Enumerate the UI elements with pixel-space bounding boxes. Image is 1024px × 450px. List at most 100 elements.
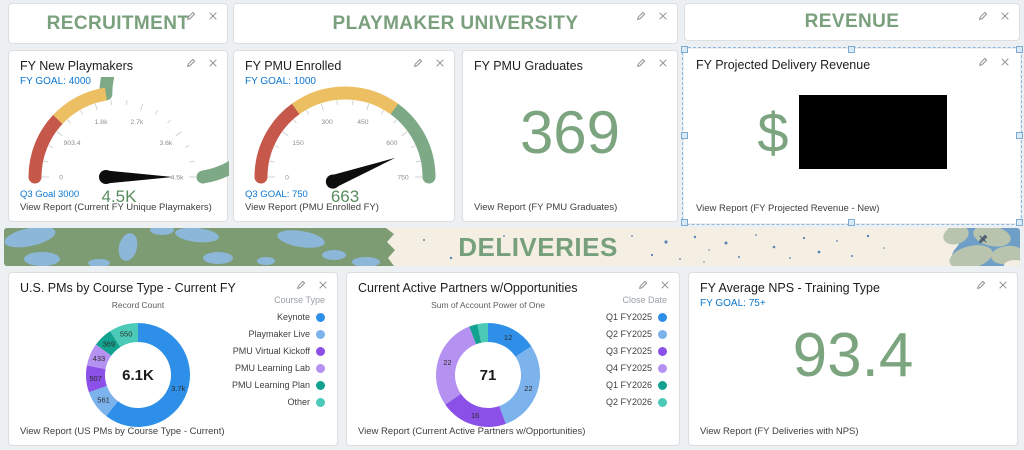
- edit-icon[interactable]: [978, 57, 988, 67]
- close-icon[interactable]: [998, 280, 1008, 290]
- gauge-tick: [185, 145, 190, 148]
- widget-title: FY New Playmakers: [20, 59, 133, 73]
- view-report-link[interactable]: View Report (FY Deliveries with NPS): [700, 426, 859, 437]
- section-title: REVENUE: [804, 11, 900, 32]
- edit-icon[interactable]: [638, 280, 648, 290]
- gauge-tick-label: 300: [321, 119, 333, 126]
- chart-legend: Course Type Keynote Playmaker Live PMU Virt…: [232, 295, 325, 414]
- gauge-tick: [94, 103, 98, 111]
- gauge-tick: [415, 160, 421, 163]
- close-icon[interactable]: [318, 280, 328, 290]
- gauge-tick-label: 2.7k: [130, 119, 143, 126]
- view-report-link[interactable]: View Report (PMU Enrolled FY): [245, 202, 379, 213]
- legend-label: Q1 FY2026: [605, 380, 652, 390]
- legend-item[interactable]: Q2 FY2025: [606, 329, 667, 339]
- view-report-link[interactable]: View Report (FY Projected Revenue - New): [696, 203, 879, 214]
- gauge-tick: [175, 131, 182, 137]
- gauge-tick-label: 1.8k: [95, 119, 108, 126]
- view-report-link[interactable]: View Report (Current Active Partners w/O…: [358, 426, 585, 437]
- edit-icon[interactable]: [186, 11, 196, 21]
- close-icon[interactable]: [658, 11, 668, 21]
- resize-handle[interactable]: [1016, 219, 1023, 226]
- gauge-tick-label: 0: [59, 174, 63, 181]
- edit-icon[interactable]: [636, 58, 646, 68]
- quarter-goal-link[interactable]: Q3 GOAL: 750: [245, 189, 379, 202]
- legend-item[interactable]: Other: [232, 397, 325, 407]
- gauge-tick: [306, 110, 310, 115]
- view-report-link[interactable]: View Report (FY PMU Graduates): [474, 202, 617, 213]
- close-icon[interactable]: [1000, 11, 1010, 21]
- resize-handle[interactable]: [848, 46, 855, 53]
- legend-swatch: [316, 329, 325, 339]
- donut-slice[interactable]: [499, 346, 540, 424]
- resize-handle[interactable]: [681, 132, 688, 139]
- close-icon[interactable]: [1000, 57, 1010, 67]
- donut-slice-label: 22: [524, 384, 532, 393]
- legend-item[interactable]: Playmaker Live: [232, 329, 325, 339]
- section-header-playmaker-university: PLAYMAKER UNIVERSITY: [233, 3, 678, 44]
- gauge-tick-label: 0: [285, 174, 289, 181]
- widget-footer: Q3 Goal 3000 View Report (Current FY Uni…: [20, 189, 212, 215]
- legend-item[interactable]: PMU Learning Plan: [232, 380, 325, 390]
- banner-deliveries: DELIVERIES: [4, 228, 1020, 266]
- legend-item[interactable]: PMU Learning Lab: [232, 363, 325, 373]
- widget-fy-pmu-graduates: FY PMU Graduates 369 View Report (FY PMU…: [462, 50, 678, 222]
- legend-label: PMU Virtual Kickoff: [232, 346, 310, 356]
- resize-handle[interactable]: [681, 46, 688, 53]
- gauge-tick: [80, 110, 84, 115]
- resize-handle[interactable]: [848, 219, 855, 226]
- legend-item[interactable]: Q4 FY2025: [606, 363, 667, 373]
- gauge-tick: [67, 119, 71, 124]
- edit-icon[interactable]: [296, 280, 306, 290]
- edit-icon[interactable]: [976, 280, 986, 290]
- gauge-needle: [106, 170, 173, 184]
- legend-label: Other: [287, 397, 310, 407]
- legend-title: Close Date: [622, 295, 667, 305]
- metric-value: 93.4: [792, 320, 914, 390]
- close-icon[interactable]: [660, 280, 670, 290]
- legend-label: Playmaker Live: [248, 329, 310, 339]
- donut-slice-label: 16: [471, 411, 479, 420]
- legend-item[interactable]: PMU Virtual Kickoff: [232, 346, 325, 356]
- gauge-tick-label: 4.5k: [171, 174, 184, 181]
- section-title: PLAYMAKER UNIVERSITY: [332, 12, 579, 34]
- donut-slice-label: 550: [120, 330, 133, 339]
- legend-swatch: [658, 329, 667, 339]
- gauge-arc-segment: [53, 87, 108, 125]
- close-icon[interactable]: [658, 58, 668, 68]
- donut-center-value: 71: [480, 367, 497, 384]
- donut-slice-label: 507: [89, 374, 102, 383]
- widget-fy-projected-delivery-revenue: FY Projected Delivery Revenue $ View Rep…: [681, 46, 1023, 226]
- view-report-link[interactable]: View Report (US PMs by Course Type - Cur…: [20, 426, 225, 437]
- legend-item[interactable]: Q1 FY2025: [606, 312, 667, 322]
- widget-title: FY PMU Enrolled: [245, 59, 342, 73]
- legend-item[interactable]: Q3 FY2025: [606, 346, 667, 356]
- donut-slice[interactable]: [436, 326, 477, 405]
- quarter-goal-link[interactable]: Q3 Goal 3000: [20, 189, 212, 202]
- section-title: RECRUITMENT: [46, 12, 190, 34]
- view-report-link[interactable]: View Report (Current FY Unique Playmaker…: [20, 202, 212, 213]
- legend-swatch: [316, 363, 325, 373]
- legend-label: Q3 FY2025: [605, 346, 652, 356]
- close-icon[interactable]: [435, 58, 445, 68]
- resize-handle[interactable]: [681, 219, 688, 226]
- legend-item[interactable]: Keynote: [232, 312, 325, 322]
- close-icon[interactable]: [208, 58, 218, 68]
- donut-slice-label: 369: [103, 340, 116, 349]
- resize-handle[interactable]: [1016, 132, 1023, 139]
- widget-fy-pmu-enrolled: FY PMU Enrolled FY GOAL: 1000 0 150 300 450…: [233, 50, 455, 222]
- legend-item[interactable]: Q2 FY2026: [606, 397, 667, 407]
- legend-label: PMU Learning Lab: [234, 363, 310, 373]
- edit-icon[interactable]: [636, 11, 646, 21]
- close-icon[interactable]: [208, 11, 218, 21]
- edit-icon[interactable]: [413, 58, 423, 68]
- close-icon[interactable]: [979, 234, 1010, 244]
- edit-icon[interactable]: [978, 11, 988, 21]
- edit-icon[interactable]: [186, 58, 196, 68]
- gauge-needle: [330, 157, 396, 188]
- chart-title: Sum of Account Power of One: [431, 300, 545, 310]
- legend-swatch: [316, 397, 325, 407]
- legend-item[interactable]: Q1 FY2026: [606, 380, 667, 390]
- resize-handle[interactable]: [1016, 46, 1023, 53]
- gauge-arc-segment: [99, 77, 229, 184]
